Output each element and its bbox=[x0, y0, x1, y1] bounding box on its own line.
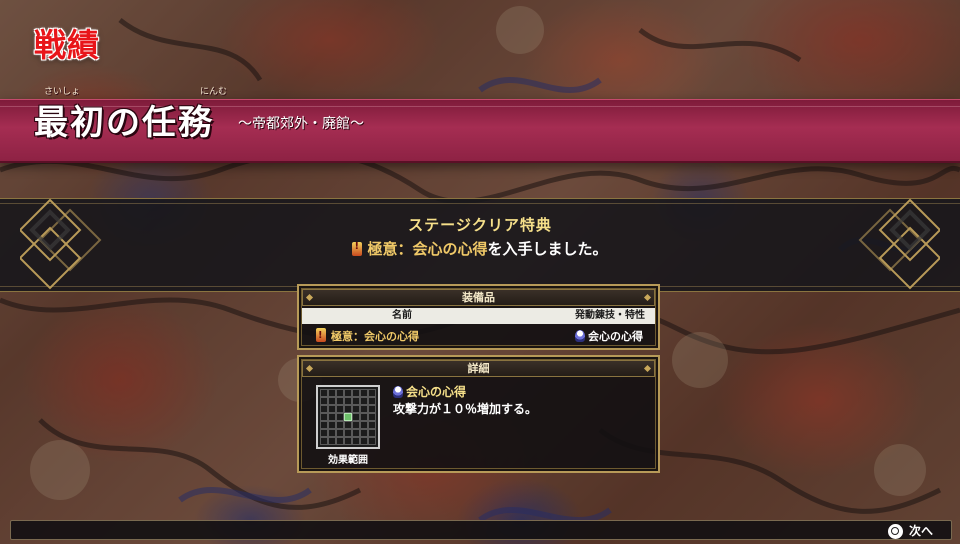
range-cell bbox=[368, 389, 376, 397]
range-cell bbox=[368, 405, 376, 413]
equipment-skill: 会心の心得 bbox=[575, 328, 643, 346]
range-cell bbox=[360, 389, 368, 397]
equipment-row[interactable]: 極意：会心の心得 会心の心得 bbox=[302, 327, 655, 346]
range-cell bbox=[352, 389, 360, 397]
range-cell bbox=[328, 413, 336, 421]
reward-message-suffix: を入手しました。 bbox=[487, 240, 608, 258]
skill-icon bbox=[575, 330, 585, 342]
secret-art-icon bbox=[352, 241, 363, 256]
range-cell bbox=[328, 437, 336, 445]
range-cell bbox=[320, 413, 328, 421]
range-cell bbox=[360, 437, 368, 445]
range-cell bbox=[336, 389, 344, 397]
detail-skill-name: 会心の心得 bbox=[393, 383, 466, 400]
column-name: 名前 bbox=[392, 310, 412, 321]
range-cell bbox=[360, 405, 368, 413]
range-cell-active bbox=[344, 413, 352, 421]
range-cell bbox=[360, 421, 368, 429]
range-cell bbox=[360, 397, 368, 405]
reward-heading: ステージクリア特典 bbox=[408, 216, 552, 234]
range-cell bbox=[352, 405, 360, 413]
range-cell bbox=[344, 437, 352, 445]
circle-button-icon bbox=[887, 523, 903, 539]
next-label: 次へ bbox=[908, 524, 933, 538]
range-cell bbox=[352, 397, 360, 405]
mission-name: 最初の任務 bbox=[34, 103, 214, 143]
equipment-panel: 装備品 名前 発動錬技・特性 極意：会心の心得 会心の心得 bbox=[297, 284, 660, 350]
equipment-column-header: 名前 発動錬技・特性 bbox=[302, 308, 655, 324]
column-skill: 発動錬技・特性 bbox=[575, 310, 645, 321]
effect-range-grid bbox=[316, 385, 380, 449]
skill-icon bbox=[393, 386, 403, 398]
range-cell bbox=[368, 437, 376, 445]
range-cell bbox=[344, 405, 352, 413]
equipment-panel-title: 装備品 bbox=[302, 289, 655, 306]
reward-item-name: 極意：会心の心得 bbox=[367, 240, 488, 258]
range-cell bbox=[328, 405, 336, 413]
range-cell bbox=[320, 437, 328, 445]
range-cell bbox=[368, 421, 376, 429]
range-cell bbox=[368, 397, 376, 405]
range-cell bbox=[352, 413, 360, 421]
range-cell bbox=[360, 413, 368, 421]
range-cell bbox=[336, 421, 344, 429]
next-button[interactable]: 次へ bbox=[887, 522, 933, 540]
range-cell bbox=[352, 421, 360, 429]
reward-message: 極意：会心の心得を入手しました。 bbox=[0, 238, 960, 259]
range-cell bbox=[336, 437, 344, 445]
mission-subtitle: 〜帝都郊外・廃館〜 bbox=[238, 116, 364, 132]
range-cell bbox=[352, 429, 360, 437]
range-cell bbox=[320, 389, 328, 397]
range-cell bbox=[344, 429, 352, 437]
range-cell bbox=[328, 389, 336, 397]
range-cell bbox=[368, 429, 376, 437]
detail-description: 攻撃力が１０％増加する。 bbox=[393, 402, 538, 416]
equipment-name: 極意：会心の心得 bbox=[316, 327, 419, 346]
detail-panel: 詳細 効果範囲 会心の心得 攻撃力が１０％増加する。 bbox=[297, 355, 660, 473]
range-cell bbox=[344, 421, 352, 429]
range-cell bbox=[336, 405, 344, 413]
range-cell bbox=[320, 421, 328, 429]
range-cell bbox=[320, 397, 328, 405]
footer-bar: 次へ bbox=[10, 520, 952, 540]
range-cell bbox=[336, 397, 344, 405]
effect-range-label: 効果範囲 bbox=[328, 455, 368, 466]
range-cell bbox=[352, 437, 360, 445]
range-cell bbox=[328, 429, 336, 437]
detail-panel-title: 詳細 bbox=[302, 360, 655, 377]
range-cell bbox=[320, 405, 328, 413]
range-cell bbox=[344, 389, 352, 397]
range-cell bbox=[336, 429, 344, 437]
screen-title: 戦績 bbox=[34, 26, 101, 64]
secret-art-icon bbox=[316, 327, 326, 345]
range-cell bbox=[328, 421, 336, 429]
range-cell bbox=[360, 429, 368, 437]
range-cell bbox=[336, 413, 344, 421]
range-cell bbox=[368, 413, 376, 421]
range-cell bbox=[344, 397, 352, 405]
range-cell bbox=[320, 429, 328, 437]
range-cell bbox=[328, 397, 336, 405]
